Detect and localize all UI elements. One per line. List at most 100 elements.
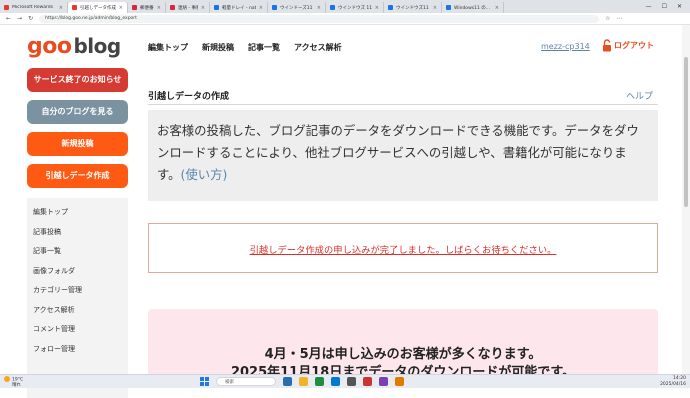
maximize-icon[interactable]: ☐ <box>662 3 667 10</box>
tab-label: Windows11 の... <box>454 5 491 11</box>
tab-close-icon[interactable]: × <box>259 5 263 11</box>
sidebar-button[interactable]: サービス終了のお知らせ <box>27 68 128 92</box>
system-clock[interactable]: 14:20 2025/04/16 <box>660 376 686 387</box>
tab-label: ウインドーズ11 エクスプローラー <box>280 5 314 11</box>
browser-tab[interactable]: 引越しデータ作成 - goo blog× <box>68 2 128 13</box>
sidebar-menu: 編集トップ 記事投稿 記事一覧 画像フォルダ カテゴリー管理 アクセス解析 コメント管理 フォ… <box>27 198 128 398</box>
tab-close-icon[interactable]: × <box>119 5 123 11</box>
tab-label: 引越しデータ作成 - goo blog <box>80 5 116 11</box>
lock-icon <box>603 39 611 52</box>
windows-start-icon[interactable] <box>200 377 209 386</box>
browser-tab[interactable]: Windows11 の... × <box>442 2 504 13</box>
sun-icon <box>4 376 10 382</box>
tab-label: 連絡 - 事務局 <box>178 5 198 11</box>
tab-label: ウインドウズ11 エクスプローラ <box>396 5 430 11</box>
sidebar-menu-item[interactable]: カテゴリー管理 <box>33 281 128 301</box>
taskbar-search[interactable]: 検索 <box>216 377 276 386</box>
download-notice-box: 4月・5月は申し込みのお客様が多くなります。 2025年11月18日までデータの… <box>148 309 658 379</box>
top-nav: 編集トップ 新規投稿 記事一覧 アクセス解析 <box>148 42 356 53</box>
tab-close-icon[interactable]: × <box>433 5 437 11</box>
browser-tab[interactable]: 連絡 - 事務局× <box>166 2 210 13</box>
task-view-icon[interactable] <box>283 377 292 386</box>
tab-close-icon[interactable]: × <box>375 5 379 11</box>
close-window-icon[interactable]: ✕ <box>677 3 682 10</box>
back-icon[interactable]: ← <box>6 15 11 22</box>
sidebar-menu-item[interactable]: 記事投稿 <box>33 223 128 243</box>
minimize-icon[interactable]: — <box>646 3 652 10</box>
sidebar-menu-item[interactable]: 記事一覧 <box>33 242 128 262</box>
tab-label: Microsoft Rewards <box>12 5 54 10</box>
usage-link[interactable]: (使い方) <box>181 167 228 182</box>
title-divider <box>148 104 658 105</box>
tab-favicon-icon <box>446 5 451 10</box>
clock-date: 2025/04/16 <box>660 381 686 387</box>
browser-tab[interactable]: ウインドーズ11 エクスプローラー× <box>268 2 326 13</box>
info-box: お客様の投稿した、ブログ記事のデータをダウンロードできる機能です。データをダウン… <box>148 110 658 201</box>
page-title: 引越しデータの作成 <box>148 92 230 102</box>
logout-button[interactable]: ログアウト <box>602 39 654 52</box>
browser-tab[interactable]: Microsoft Rewards × <box>0 2 68 13</box>
settings-icon[interactable] <box>395 377 404 386</box>
window-controls: — ☐ ✕ <box>646 3 690 10</box>
weather-desc: 晴れ <box>12 382 21 388</box>
top-nav-item[interactable]: 新規投稿 <box>202 42 234 53</box>
tab-favicon-icon <box>214 5 219 10</box>
logout-label: ログアウト <box>614 41 654 50</box>
weather-widget[interactable]: 19°C 晴れ <box>4 376 23 388</box>
sidebar-menu-item[interactable]: 画像フォルダ <box>33 262 128 282</box>
top-nav-item[interactable]: 編集トップ <box>148 42 188 53</box>
goo-blog-logo[interactable]: goo blog <box>27 34 121 59</box>
tab-label: 軽量ドレイ - natural 天気予報 <box>222 5 256 11</box>
photos-icon[interactable] <box>379 377 388 386</box>
browser-tab[interactable]: ウインドウズ11 エクスプローラ× <box>384 2 442 13</box>
site-header: goo blog 編集トップ 新規投稿 記事一覧 アクセス解析 mezz-cp314 ロ… <box>0 25 690 65</box>
edge-browser-icon[interactable] <box>315 377 324 386</box>
weather-temp: 19°C <box>12 377 24 383</box>
tab-label: ウインドウズ 11 エクスプローラー <box>338 5 372 11</box>
menu-dots-icon[interactable]: ⋯ <box>616 15 622 22</box>
tab-close-icon[interactable]: × <box>157 5 161 11</box>
page-scrollbar[interactable] <box>682 25 690 375</box>
store-icon[interactable] <box>347 377 356 386</box>
sidebar-button[interactable]: 引越しデータ作成 <box>27 164 128 188</box>
browser-tab[interactable]: 郵便番号の...× <box>128 2 166 13</box>
url-field[interactable]: https://blog.goo.ne.jp/admin/blog_export <box>39 14 600 23</box>
tab-favicon-icon <box>272 5 277 10</box>
tab-close-icon[interactable]: × <box>495 5 499 11</box>
favorite-star-icon[interactable]: ☆ <box>605 15 610 22</box>
tab-favicon-icon <box>72 5 77 10</box>
sidebar-button[interactable]: 新規投稿 <box>27 132 128 156</box>
file-explorer-icon[interactable] <box>299 377 308 386</box>
mail-icon[interactable] <box>331 377 340 386</box>
sidebar-button[interactable]: 自分のブログを見る <box>27 100 128 124</box>
sidebar-menu-item[interactable]: フォロー管理 <box>33 340 128 360</box>
completion-notice: 引越しデータ作成の申し込みが完了しました。しばらくお待ちください。 <box>148 223 658 273</box>
address-bar: ← → ↻ https://blog.goo.ne.jp/admin/blog_… <box>0 13 690 25</box>
tab-close-icon[interactable]: × <box>59 5 63 11</box>
scrollbar-thumb[interactable] <box>684 57 688 207</box>
tab-favicon-icon <box>388 5 393 10</box>
completion-message[interactable]: 引越しデータ作成の申し込みが完了しました。しばらくお待ちください。 <box>250 245 557 256</box>
browser-tab-bar: Microsoft Rewards×引越しデータ作成 - goo blog×郵便… <box>0 0 690 13</box>
tab-favicon-icon <box>4 5 9 10</box>
sidebar-menu-item[interactable]: コメント管理 <box>33 320 128 340</box>
info-text: お客様の投稿した、ブログ記事のデータをダウンロードできる機能です。データをダウン… <box>157 123 639 182</box>
sidebar-menu-item[interactable]: 編集トップ <box>33 203 128 223</box>
tab-close-icon[interactable]: × <box>317 5 321 11</box>
notice-line-1: 4月・5月は申し込みのお客様が多くなります。 <box>264 347 542 362</box>
username-link[interactable]: mezz-cp314 <box>541 42 590 51</box>
browser-tab[interactable]: 軽量ドレイ - natural 天気予報× <box>210 2 268 13</box>
tab-close-icon[interactable]: × <box>201 5 205 11</box>
help-link[interactable]: ヘルプ <box>626 89 653 102</box>
tab-favicon-icon <box>132 5 137 10</box>
app-icon[interactable] <box>363 377 372 386</box>
reload-icon[interactable]: ↻ <box>28 15 33 22</box>
browser-tab[interactable]: ウインドウズ 11 エクスプローラー× <box>326 2 384 13</box>
tab-label: 郵便番号の... <box>140 5 154 11</box>
forward-icon[interactable]: → <box>17 15 22 22</box>
sidebar: サービス終了のお知らせ 自分のブログを見る 新規投稿 引越しデータ作成 編集トップ 記事… <box>27 68 128 398</box>
windows-taskbar: 19°C 晴れ 検索 14:20 2025/04/16 <box>0 374 690 388</box>
top-nav-item[interactable]: 記事一覧 <box>248 42 280 53</box>
top-nav-item[interactable]: アクセス解析 <box>294 42 342 53</box>
sidebar-menu-item[interactable]: アクセス解析 <box>33 301 128 321</box>
